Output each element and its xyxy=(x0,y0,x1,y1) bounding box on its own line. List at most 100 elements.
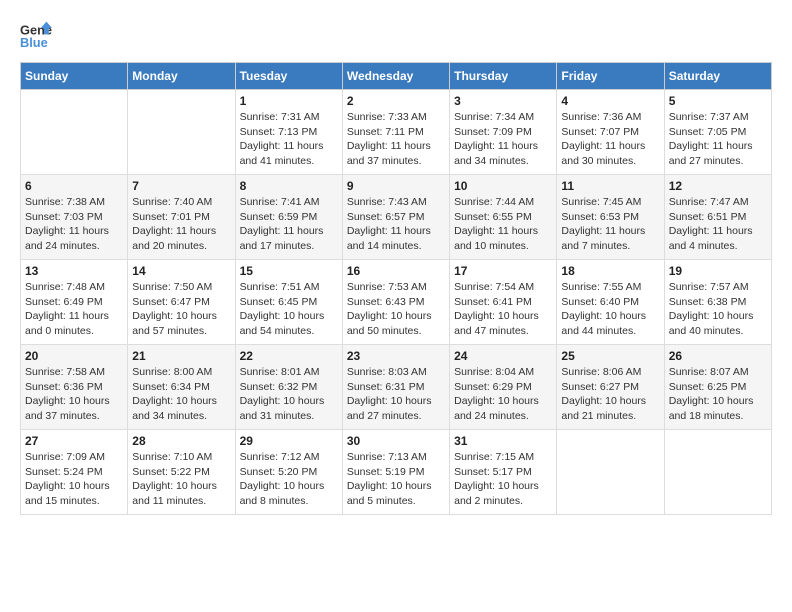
day-number: 13 xyxy=(25,264,123,278)
day-info: Sunrise: 7:41 AMSunset: 6:59 PMDaylight:… xyxy=(240,195,338,254)
day-cell: 22 Sunrise: 8:01 AMSunset: 6:32 PMDayligh… xyxy=(235,345,342,430)
day-cell: 16 Sunrise: 7:53 AMSunset: 6:43 PMDayligh… xyxy=(342,260,449,345)
day-number: 18 xyxy=(561,264,659,278)
day-cell: 4 Sunrise: 7:36 AMSunset: 7:07 PMDaylight… xyxy=(557,90,664,175)
day-number: 31 xyxy=(454,434,552,448)
day-cell: 11 Sunrise: 7:45 AMSunset: 6:53 PMDayligh… xyxy=(557,175,664,260)
day-number: 27 xyxy=(25,434,123,448)
day-info: Sunrise: 8:00 AMSunset: 6:34 PMDaylight:… xyxy=(132,365,230,424)
day-cell: 27Sunrise: 7:09 AMSunset: 5:24 PMDayligh… xyxy=(21,430,128,515)
day-number: 12 xyxy=(669,179,767,193)
day-cell: 21 Sunrise: 8:00 AMSunset: 6:34 PMDayligh… xyxy=(128,345,235,430)
day-cell xyxy=(557,430,664,515)
day-info: Sunrise: 7:40 AMSunset: 7:01 PMDaylight:… xyxy=(132,195,230,254)
day-info: Sunrise: 7:34 AMSunset: 7:09 PMDaylight:… xyxy=(454,110,552,169)
day-number: 19 xyxy=(669,264,767,278)
day-cell: 10 Sunrise: 7:44 AMSunset: 6:55 PMDayligh… xyxy=(450,175,557,260)
day-info: Sunrise: 7:48 AMSunset: 6:49 PMDaylight:… xyxy=(25,280,123,339)
day-number: 21 xyxy=(132,349,230,363)
day-cell: 19 Sunrise: 7:57 AMSunset: 6:38 PMDayligh… xyxy=(664,260,771,345)
day-number: 29 xyxy=(240,434,338,448)
day-number: 9 xyxy=(347,179,445,193)
day-cell xyxy=(128,90,235,175)
day-info: Sunrise: 7:47 AMSunset: 6:51 PMDaylight:… xyxy=(669,195,767,254)
day-cell: 14 Sunrise: 7:50 AMSunset: 6:47 PMDayligh… xyxy=(128,260,235,345)
day-info: Sunrise: 7:31 AMSunset: 7:13 PMDaylight:… xyxy=(240,110,338,169)
week-row-2: 6Sunrise: 7:38 AMSunset: 7:03 PMDaylight… xyxy=(21,175,772,260)
day-number: 14 xyxy=(132,264,230,278)
column-header-sunday: Sunday xyxy=(21,63,128,90)
day-info: Sunrise: 7:33 AMSunset: 7:11 PMDaylight:… xyxy=(347,110,445,169)
day-cell: 30 Sunrise: 7:13 AMSunset: 5:19 PMDayligh… xyxy=(342,430,449,515)
day-number: 10 xyxy=(454,179,552,193)
day-info: Sunrise: 7:50 AMSunset: 6:47 PMDaylight:… xyxy=(132,280,230,339)
day-cell: 1 Sunrise: 7:31 AMSunset: 7:13 PMDaylight… xyxy=(235,90,342,175)
column-header-tuesday: Tuesday xyxy=(235,63,342,90)
day-number: 4 xyxy=(561,94,659,108)
day-cell: 9 Sunrise: 7:43 AMSunset: 6:57 PMDaylight… xyxy=(342,175,449,260)
day-info: Sunrise: 7:36 AMSunset: 7:07 PMDaylight:… xyxy=(561,110,659,169)
day-number: 3 xyxy=(454,94,552,108)
column-header-wednesday: Wednesday xyxy=(342,63,449,90)
day-cell: 6Sunrise: 7:38 AMSunset: 7:03 PMDaylight… xyxy=(21,175,128,260)
day-number: 22 xyxy=(240,349,338,363)
logo: General Blue xyxy=(20,20,54,52)
day-number: 24 xyxy=(454,349,552,363)
day-info: Sunrise: 8:07 AMSunset: 6:25 PMDaylight:… xyxy=(669,365,767,424)
day-number: 1 xyxy=(240,94,338,108)
day-info: Sunrise: 7:43 AMSunset: 6:57 PMDaylight:… xyxy=(347,195,445,254)
day-info: Sunrise: 7:57 AMSunset: 6:38 PMDaylight:… xyxy=(669,280,767,339)
column-header-friday: Friday xyxy=(557,63,664,90)
day-info: Sunrise: 7:44 AMSunset: 6:55 PMDaylight:… xyxy=(454,195,552,254)
day-number: 8 xyxy=(240,179,338,193)
column-header-monday: Monday xyxy=(128,63,235,90)
day-number: 5 xyxy=(669,94,767,108)
day-info: Sunrise: 7:37 AMSunset: 7:05 PMDaylight:… xyxy=(669,110,767,169)
day-number: 15 xyxy=(240,264,338,278)
day-info: Sunrise: 7:10 AMSunset: 5:22 PMDaylight:… xyxy=(132,450,230,509)
day-info: Sunrise: 7:55 AMSunset: 6:40 PMDaylight:… xyxy=(561,280,659,339)
day-info: Sunrise: 7:45 AMSunset: 6:53 PMDaylight:… xyxy=(561,195,659,254)
day-number: 28 xyxy=(132,434,230,448)
day-cell: 25Sunrise: 8:06 AMSunset: 6:27 PMDayligh… xyxy=(557,345,664,430)
day-cell: 31Sunrise: 7:15 AMSunset: 5:17 PMDayligh… xyxy=(450,430,557,515)
day-number: 16 xyxy=(347,264,445,278)
day-info: Sunrise: 8:04 AMSunset: 6:29 PMDaylight:… xyxy=(454,365,552,424)
day-cell: 24 Sunrise: 8:04 AMSunset: 6:29 PMDayligh… xyxy=(450,345,557,430)
column-header-saturday: Saturday xyxy=(664,63,771,90)
day-cell: 7Sunrise: 7:40 AMSunset: 7:01 PMDaylight… xyxy=(128,175,235,260)
calendar-body: 1 Sunrise: 7:31 AMSunset: 7:13 PMDaylight… xyxy=(21,90,772,515)
day-cell: 2 Sunrise: 7:33 AMSunset: 7:11 PMDaylight… xyxy=(342,90,449,175)
day-cell: 18 Sunrise: 7:55 AMSunset: 6:40 PMDayligh… xyxy=(557,260,664,345)
day-number: 26 xyxy=(669,349,767,363)
week-row-3: 13 Sunrise: 7:48 AMSunset: 6:49 PMDayligh… xyxy=(21,260,772,345)
svg-text:Blue: Blue xyxy=(20,35,48,50)
day-number: 2 xyxy=(347,94,445,108)
week-row-5: 27Sunrise: 7:09 AMSunset: 5:24 PMDayligh… xyxy=(21,430,772,515)
page-header: General Blue xyxy=(20,20,772,52)
day-info: Sunrise: 8:06 AMSunset: 6:27 PMDaylight:… xyxy=(561,365,659,424)
day-cell: 3 Sunrise: 7:34 AMSunset: 7:09 PMDaylight… xyxy=(450,90,557,175)
day-number: 6 xyxy=(25,179,123,193)
day-info: Sunrise: 7:12 AMSunset: 5:20 PMDaylight:… xyxy=(240,450,338,509)
calendar-table: SundayMondayTuesdayWednesdayThursdayFrid… xyxy=(20,62,772,515)
day-info: Sunrise: 8:03 AMSunset: 6:31 PMDaylight:… xyxy=(347,365,445,424)
day-info: Sunrise: 7:13 AMSunset: 5:19 PMDaylight:… xyxy=(347,450,445,509)
day-cell: 15Sunrise: 7:51 AMSunset: 6:45 PMDayligh… xyxy=(235,260,342,345)
week-row-4: 20Sunrise: 7:58 AMSunset: 6:36 PMDayligh… xyxy=(21,345,772,430)
day-number: 17 xyxy=(454,264,552,278)
week-row-1: 1 Sunrise: 7:31 AMSunset: 7:13 PMDaylight… xyxy=(21,90,772,175)
day-cell: 26 Sunrise: 8:07 AMSunset: 6:25 PMDayligh… xyxy=(664,345,771,430)
logo-icon: General Blue xyxy=(20,20,52,52)
day-number: 20 xyxy=(25,349,123,363)
day-cell: 5 Sunrise: 7:37 AMSunset: 7:05 PMDaylight… xyxy=(664,90,771,175)
calendar-header: SundayMondayTuesdayWednesdayThursdayFrid… xyxy=(21,63,772,90)
day-cell xyxy=(664,430,771,515)
day-info: Sunrise: 7:53 AMSunset: 6:43 PMDaylight:… xyxy=(347,280,445,339)
day-cell: 13 Sunrise: 7:48 AMSunset: 6:49 PMDayligh… xyxy=(21,260,128,345)
day-number: 30 xyxy=(347,434,445,448)
day-number: 11 xyxy=(561,179,659,193)
day-info: Sunrise: 8:01 AMSunset: 6:32 PMDaylight:… xyxy=(240,365,338,424)
day-cell: 29 Sunrise: 7:12 AMSunset: 5:20 PMDayligh… xyxy=(235,430,342,515)
day-cell: 8 Sunrise: 7:41 AMSunset: 6:59 PMDaylight… xyxy=(235,175,342,260)
